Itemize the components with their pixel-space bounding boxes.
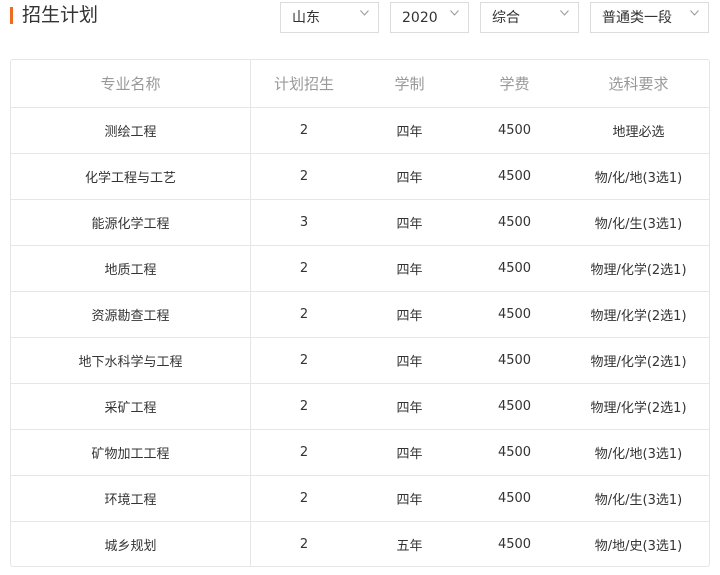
cell-tuition: 4500 (462, 429, 567, 476)
chevron-down-icon (450, 10, 459, 18)
province-select[interactable]: 山东 (280, 2, 379, 33)
category-select[interactable]: 综合 (480, 2, 579, 33)
cell-major: 测绘工程 (11, 107, 251, 154)
table-header-row: 专业名称 计划招生 学制 学费 选科要求 (11, 60, 709, 108)
cell-major: 城乡规划 (11, 521, 251, 566)
cell-subject-requirement: 物/地/史(3选1) (594, 539, 683, 554)
column-header-duration: 学制 (357, 60, 462, 108)
enrollment-plan-table: 专业名称 计划招生 学制 学费 选科要求 测绘工程 2 四年 4500 地理必选… (10, 59, 710, 567)
cell-tuition: 4500 (462, 107, 567, 154)
table-row: 化学工程与工艺 2 四年 4500 物/化/地(3选1) (11, 153, 709, 200)
cell-duration: 四年 (357, 383, 462, 430)
cell-tuition: 4500 (462, 383, 567, 430)
table-row: 能源化学工程 3 四年 4500 物/化/生(3选1) (11, 199, 709, 246)
column-header-major: 专业名称 (11, 60, 251, 108)
table-row: 测绘工程 2 四年 4500 地理必选 (11, 107, 709, 154)
cell-plan: 2 (250, 153, 357, 200)
cell-tuition: 4500 (462, 245, 567, 292)
cell-major: 地质工程 (11, 245, 251, 292)
cell-major: 采矿工程 (11, 383, 251, 430)
cell-duration: 四年 (357, 199, 462, 246)
chevron-down-icon (360, 10, 369, 18)
cell-subject-requirement: 物理/化学(2选1) (567, 337, 709, 384)
year-select-value: 2020 (402, 10, 438, 26)
batch-select[interactable]: 普通类一段 (590, 2, 709, 33)
cell-tuition: 4500 (462, 475, 567, 522)
cell-plan: 2 (250, 291, 357, 338)
cell-major: 矿物加工工程 (11, 429, 251, 476)
cell-major: 地下水科学与工程 (11, 337, 251, 384)
chevron-down-icon (560, 10, 569, 18)
cell-subject-requirement: 物理/化学(2选1) (567, 291, 709, 338)
table-row: 地下水科学与工程 2 四年 4500 物理/化学(2选1) (11, 337, 709, 384)
table-row: 地质工程 2 四年 4500 物理/化学(2选1) (11, 245, 709, 292)
year-select[interactable]: 2020 (390, 2, 469, 33)
cell-plan: 2 (250, 107, 357, 154)
cell-duration: 四年 (357, 107, 462, 154)
cell-duration: 四年 (357, 153, 462, 200)
cell-tuition: 4500 (497, 537, 532, 552)
cell-duration: 五年 (396, 539, 423, 554)
cell-major: 化学工程与工艺 (11, 153, 251, 200)
cell-major: 资源勘查工程 (11, 291, 251, 338)
cell-subject-requirement: 物理/化学(2选1) (567, 245, 709, 292)
cell-duration: 四年 (357, 245, 462, 292)
cell-duration: 四年 (357, 291, 462, 338)
cell-subject-requirement: 物/化/地(3选1) (567, 429, 709, 476)
cell-duration: 四年 (357, 475, 462, 522)
table-row: 矿物加工工程 2 四年 4500 物/化/地(3选1) (11, 429, 709, 476)
column-header-plan: 计划招生 (250, 60, 357, 108)
cell-plan: 2 (250, 429, 357, 476)
title-accent-bar (10, 7, 13, 24)
page-title: 招生计划 (22, 4, 99, 26)
cell-subject-requirement: 物理/化学(2选1) (567, 383, 709, 430)
table-row: 城乡规划 2 五年 4500 物/地/史(3选1) (11, 521, 709, 566)
cell-tuition: 4500 (462, 153, 567, 200)
cell-plan: 3 (250, 199, 357, 246)
cell-subject-requirement: 物/化/地(3选1) (567, 153, 709, 200)
cell-tuition: 4500 (462, 337, 567, 384)
table-row: 资源勘查工程 2 四年 4500 物理/化学(2选1) (11, 291, 709, 338)
cell-subject-requirement: 物/化/生(3选1) (567, 475, 709, 522)
table-row: 采矿工程 2 四年 4500 物理/化学(2选1) (11, 383, 709, 430)
page-header: 招生计划 山东 2020 综合 普通类一段 (0, 0, 720, 40)
cell-duration: 四年 (357, 429, 462, 476)
chevron-down-icon (690, 10, 699, 18)
cell-plan: 2 (250, 383, 357, 430)
cell-duration: 四年 (357, 337, 462, 384)
cell-subject-requirement: 地理必选 (567, 107, 709, 154)
cell-plan: 2 (250, 475, 357, 522)
batch-select-value: 普通类一段 (602, 10, 672, 26)
cell-plan: 2 (250, 337, 357, 384)
cell-tuition: 4500 (462, 291, 567, 338)
cell-major: 能源化学工程 (11, 199, 251, 246)
cell-plan: 2 (299, 537, 309, 552)
table-row: 环境工程 2 四年 4500 物/化/生(3选1) (11, 475, 709, 522)
category-select-value: 综合 (492, 10, 520, 26)
cell-plan: 2 (250, 245, 357, 292)
column-header-subject-requirement: 选科要求 (567, 60, 709, 108)
cell-tuition: 4500 (462, 199, 567, 246)
cell-major: 环境工程 (11, 475, 251, 522)
column-header-tuition: 学费 (462, 60, 567, 108)
cell-subject-requirement: 物/化/生(3选1) (567, 199, 709, 246)
province-select-value: 山东 (292, 10, 320, 26)
